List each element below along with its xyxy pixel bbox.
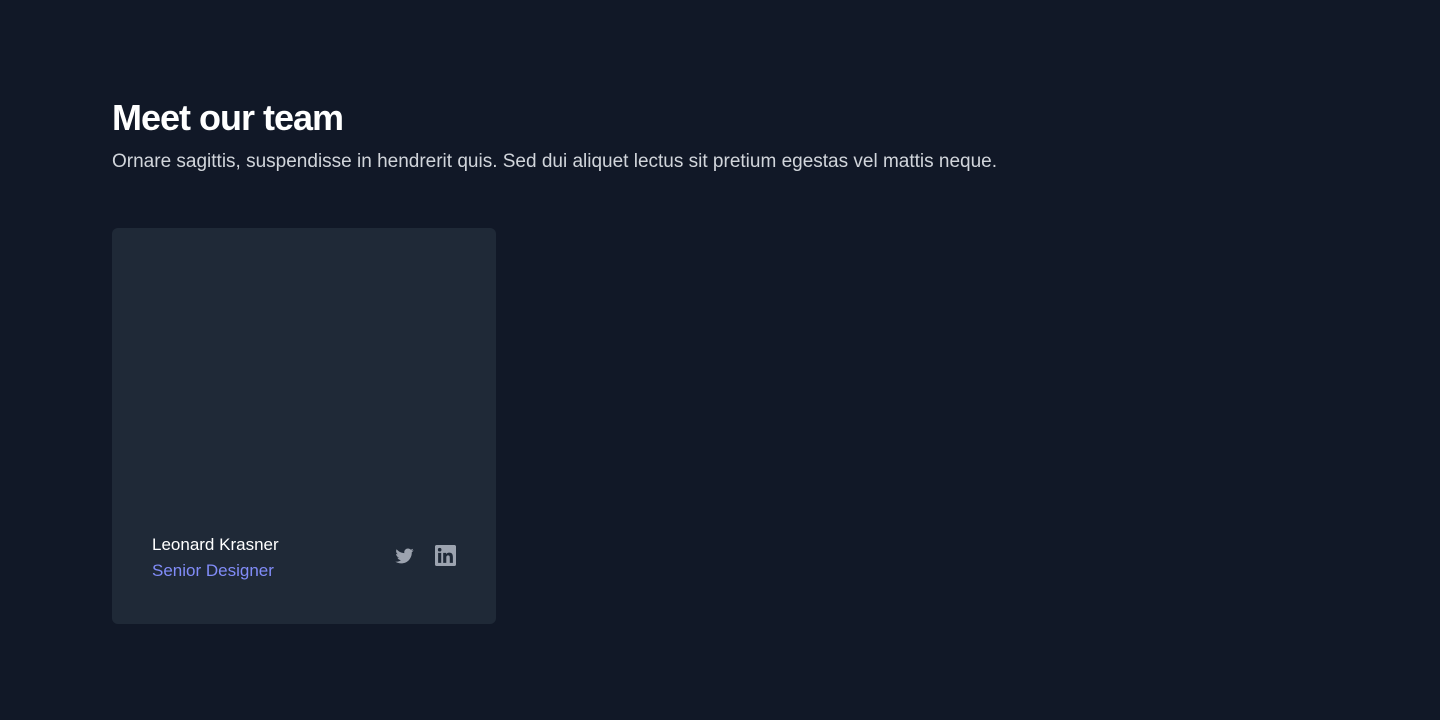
page-title: Meet our team — [112, 97, 344, 138]
team-member-card: Leonard Krasner Senior Designer — [112, 228, 496, 624]
team-member-info: Leonard Krasner Senior Designer — [152, 532, 279, 584]
team-member-footer: Leonard Krasner Senior Designer — [152, 532, 456, 584]
team-section-header: Meet our team Ornare sagittis, suspendis… — [112, 96, 1328, 176]
team-member-name: Leonard Krasner — [152, 535, 279, 554]
team-page: Meet our team Ornare sagittis, suspendis… — [0, 0, 1440, 720]
team-member-role: Senior Designer — [152, 561, 274, 580]
linkedin-icon — [435, 545, 456, 571]
social-links — [394, 545, 456, 571]
page-subtitle: Ornare sagittis, suspendisse in hendreri… — [112, 151, 998, 172]
linkedin-link[interactable] — [435, 545, 456, 571]
twitter-link[interactable] — [394, 548, 415, 569]
twitter-icon — [394, 545, 415, 571]
